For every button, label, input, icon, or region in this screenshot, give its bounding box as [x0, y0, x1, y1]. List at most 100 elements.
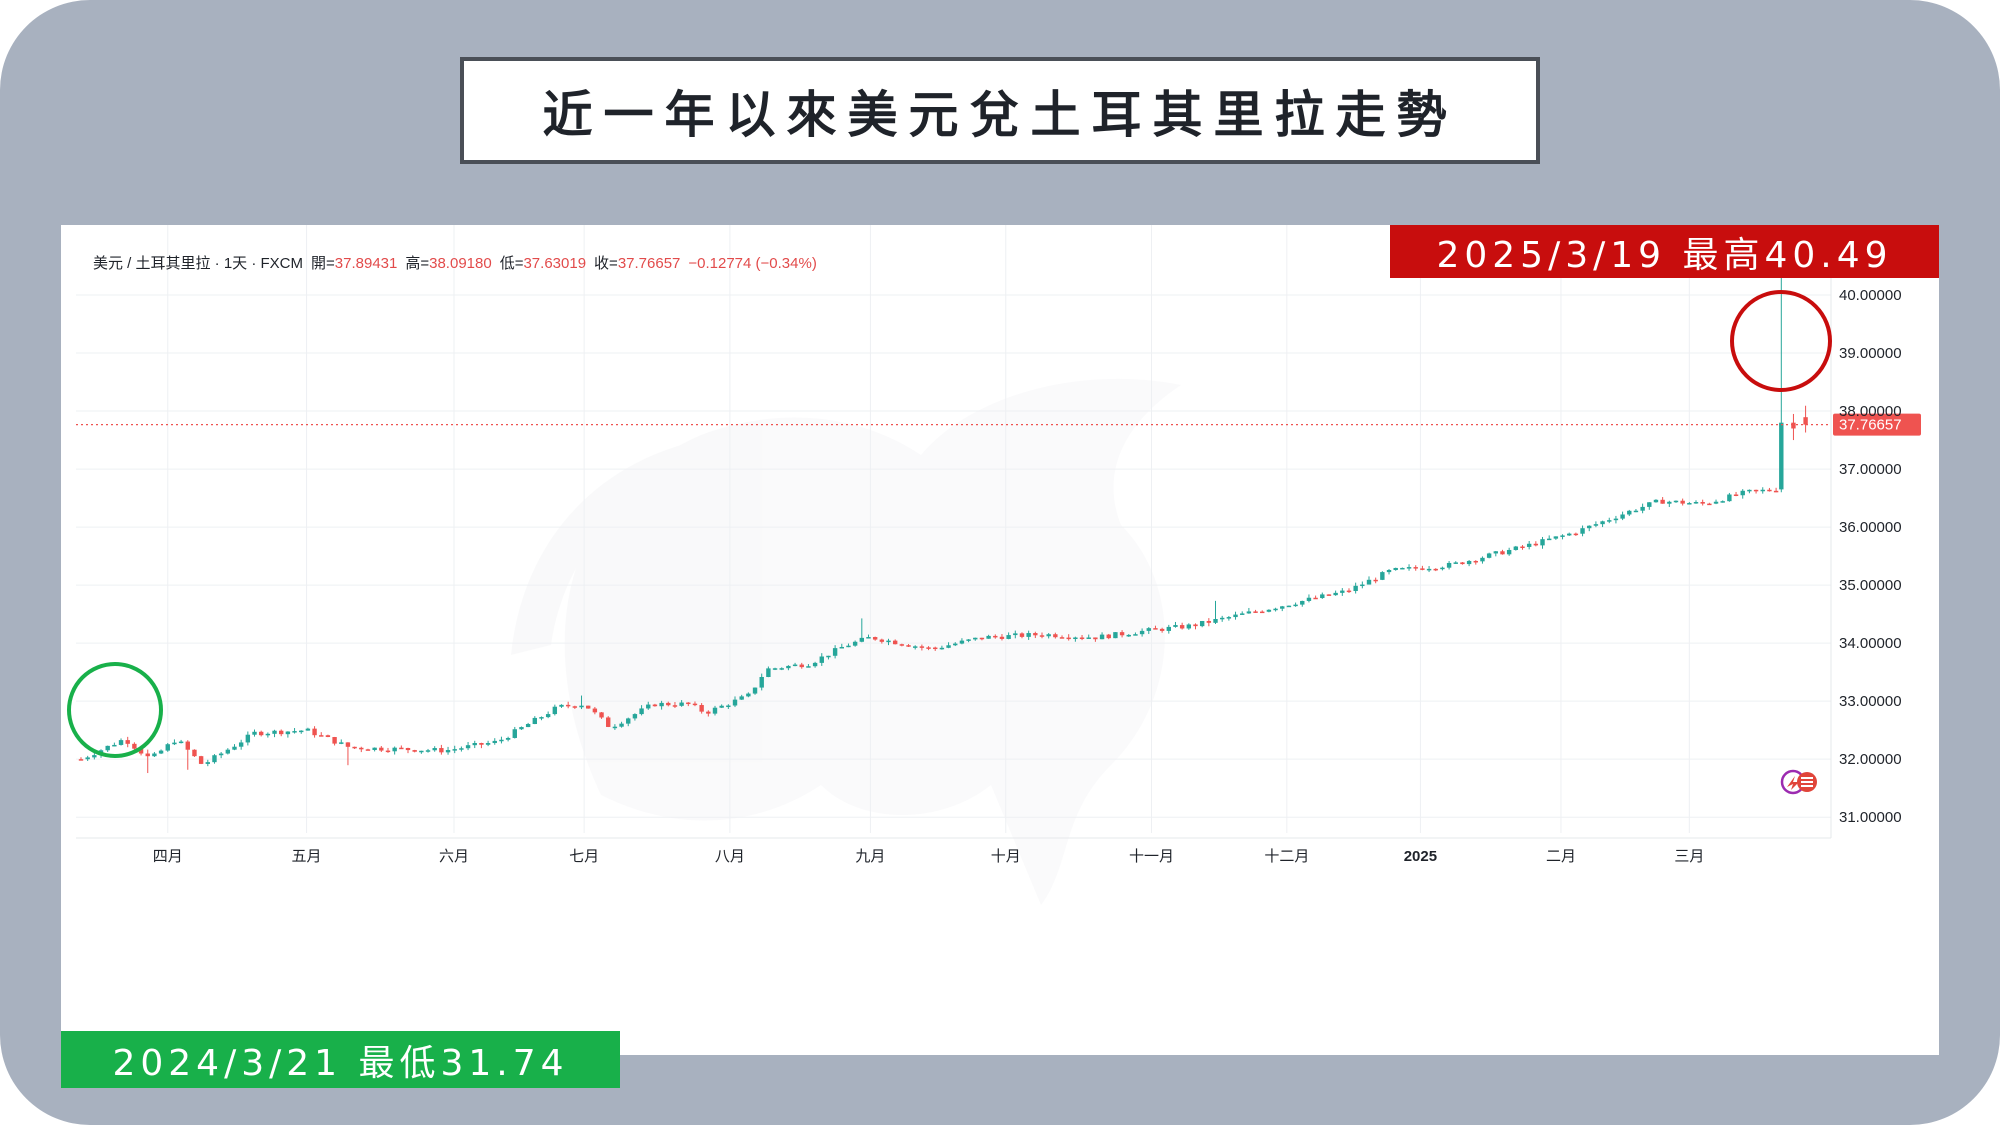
candle-body [1413, 567, 1418, 569]
candle-body [1493, 551, 1499, 554]
x-tick-label: 十月 [991, 848, 1021, 865]
candle-body [1667, 501, 1672, 504]
candle-body [1099, 634, 1105, 640]
candle-body [152, 753, 157, 757]
y-tick-label: 36.00000 [1839, 519, 1902, 536]
candle-body [759, 676, 764, 688]
candle-body [1526, 543, 1532, 547]
candle-body [1400, 567, 1405, 570]
candle-body [419, 750, 424, 753]
candle-body [959, 640, 965, 644]
change-value: −0.12774 (−0.34%) [688, 255, 817, 272]
candle-body [846, 645, 851, 648]
candle-body [499, 739, 504, 742]
candle-body [1039, 635, 1045, 637]
candle-body [1253, 611, 1258, 613]
candle-body [1513, 546, 1519, 550]
candle-body [1773, 490, 1779, 493]
candle-body [319, 735, 324, 737]
candle-body [806, 666, 811, 668]
candle-body [272, 730, 277, 734]
candle-body [585, 705, 591, 709]
candle-body [218, 753, 224, 756]
candle-body [312, 728, 317, 736]
candle-body [1193, 624, 1198, 627]
candle-body [205, 762, 210, 764]
candle-body [726, 705, 731, 708]
candle-body [1033, 633, 1038, 636]
x-axis: 四月 五月 六月 七月 八月 九月 十月 十一月 十二月 2025 二月 三月 [76, 837, 1831, 865]
candle-body [612, 726, 618, 729]
candle-body [1300, 600, 1305, 605]
candle-body [1153, 628, 1158, 630]
candle-body [292, 731, 297, 733]
candle-body [365, 749, 371, 751]
candle-body [1313, 597, 1318, 600]
candle-body [459, 748, 464, 750]
candle-body [379, 747, 384, 751]
candle-body [172, 742, 177, 745]
candle-body [1533, 543, 1539, 546]
candle-body [532, 717, 538, 725]
candle-body [1486, 553, 1492, 558]
candle-body [232, 746, 237, 750]
candle-body [1803, 417, 1808, 425]
candle-body [1306, 597, 1312, 601]
candle-body [672, 705, 678, 707]
open-label: 開= [311, 255, 335, 272]
y-tick-label: 33.00000 [1839, 693, 1902, 710]
candle-body [1453, 562, 1458, 564]
price-chart[interactable]: 37.76657 31.00000 32.00000 33.00000 34.0000… [61, 225, 1939, 1055]
candle-body [953, 643, 958, 646]
candle-body [1053, 634, 1058, 638]
candle-body [325, 735, 331, 738]
candle-body [1460, 562, 1465, 565]
y-tick-label: 37.00000 [1839, 461, 1902, 478]
candle-body [919, 646, 925, 648]
candle-body [1166, 626, 1171, 631]
candle-body [1126, 634, 1131, 637]
candle-body [1600, 521, 1605, 525]
candle-body [85, 757, 90, 760]
candle-body [1106, 634, 1111, 639]
candle-body [1233, 614, 1238, 618]
candle-body [1560, 535, 1565, 537]
candle-body [432, 748, 437, 751]
candle-body [766, 668, 771, 677]
candle-body [1540, 539, 1545, 546]
candle-body [1733, 494, 1739, 496]
candle-body [1633, 510, 1639, 513]
x-tick-label: 九月 [855, 848, 885, 865]
candle-body [1019, 633, 1025, 637]
candle-body [445, 750, 451, 753]
candle-body [1720, 501, 1725, 503]
candle-body [686, 702, 691, 705]
candle-body [1113, 632, 1118, 639]
candle-body [1186, 624, 1192, 629]
candle-body [1386, 570, 1392, 573]
close-value: 37.76657 [617, 255, 681, 272]
candle-body [1753, 489, 1759, 492]
open-value: 37.89431 [334, 255, 398, 272]
candle-body [265, 733, 271, 736]
candle-body [279, 730, 284, 735]
candle-body [606, 717, 611, 727]
candle-body [632, 714, 638, 719]
candle-body [1226, 617, 1232, 619]
candle-body [1240, 613, 1245, 615]
candle-body [786, 665, 791, 669]
y-tick-label: 40.00000 [1839, 287, 1902, 304]
candle-body [886, 640, 891, 643]
candle-body [565, 704, 571, 707]
candle-body [939, 647, 945, 650]
candle-body [913, 646, 918, 648]
x-tick-label: 六月 [439, 848, 469, 865]
candle-body [1426, 568, 1432, 571]
candle-body [1546, 538, 1552, 541]
candle-body [105, 745, 110, 751]
candle-body [1073, 637, 1078, 640]
candle-body [1340, 590, 1345, 593]
candle-body [559, 704, 564, 707]
candle-body [1393, 567, 1398, 571]
candle-body [1320, 594, 1325, 599]
